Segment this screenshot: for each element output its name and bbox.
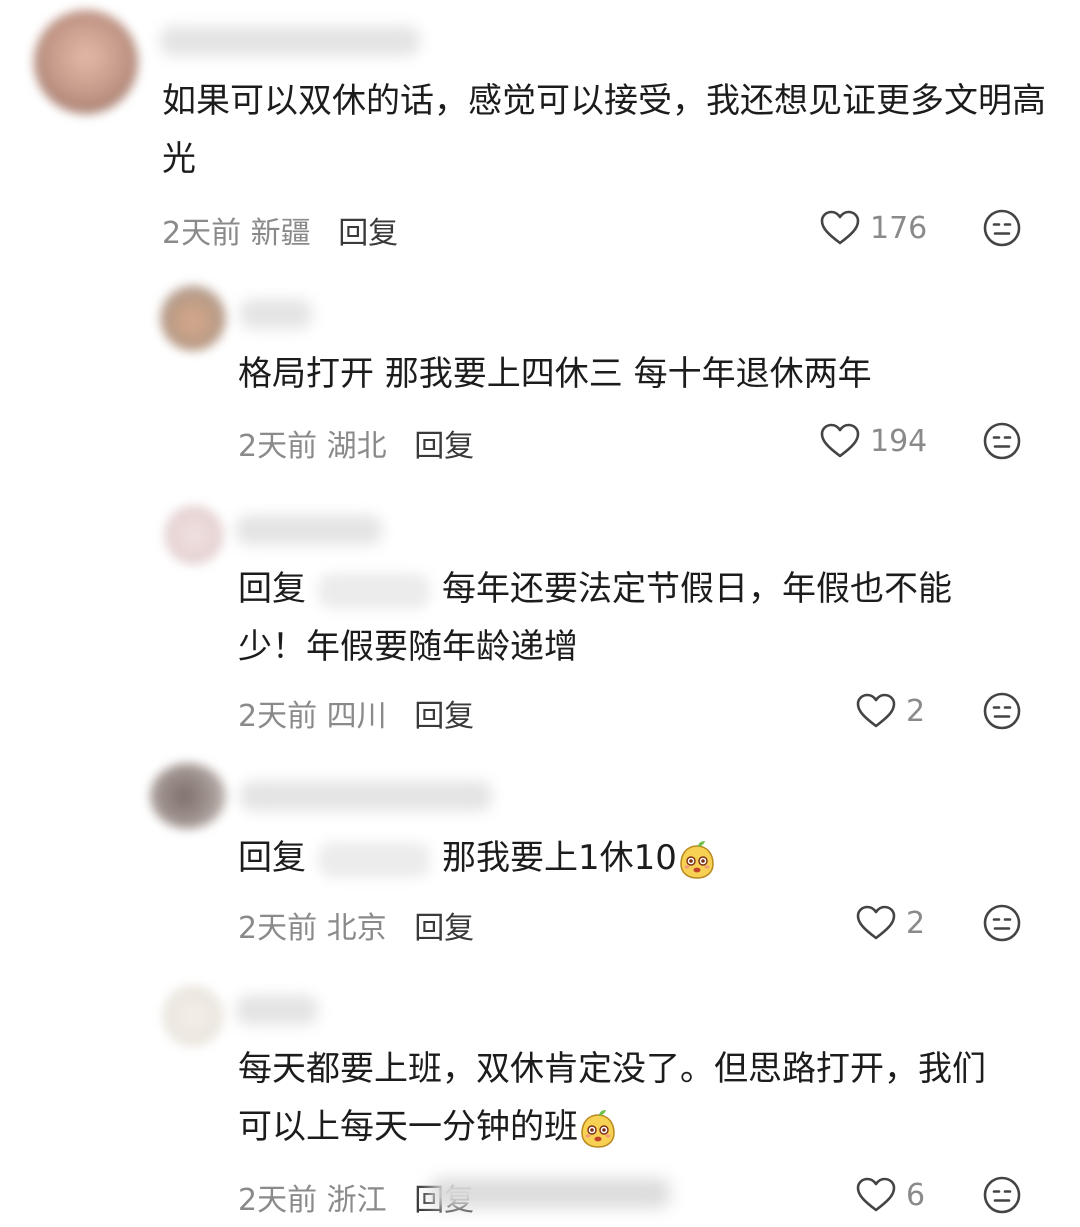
username-blurred[interactable] bbox=[236, 515, 382, 545]
username-blurred[interactable] bbox=[160, 26, 420, 56]
comment-time: 2天前 bbox=[162, 216, 242, 251]
comment-text: 如果可以双休的话，感觉可以接受，我还想见证更多文明高光 bbox=[162, 81, 1046, 179]
reply-button[interactable]: 回复 bbox=[338, 216, 398, 251]
heart-outline-icon bbox=[820, 423, 860, 459]
mention-blurred[interactable] bbox=[318, 841, 430, 878]
like-button[interactable]: 2 bbox=[856, 691, 925, 731]
username-blurred[interactable] bbox=[240, 781, 492, 811]
comment-meta: 2天前 湖北 回复 bbox=[238, 421, 474, 465]
like-count: 6 bbox=[906, 1177, 926, 1213]
comment-text: 回复 那我要上1休10 bbox=[238, 829, 1018, 887]
comment-item: 回复 那我要上1休10 2天前 北京 回复 2 bbox=[0, 755, 1080, 965]
yellow-mango-sticker-icon bbox=[578, 1109, 618, 1149]
comment-item: 格局打开 那我要上四休三 每十年退休两年 2天前 湖北 回复 194 bbox=[0, 265, 1080, 495]
comment-meta: 2天前 新疆 回复 bbox=[162, 208, 398, 252]
heart-outline-icon bbox=[856, 693, 896, 729]
comment-location: 新疆 bbox=[250, 216, 311, 251]
like-count: 2 bbox=[906, 693, 926, 729]
comment-meta: 2天前 四川 回复 bbox=[238, 691, 474, 735]
neutral-face-icon[interactable] bbox=[982, 691, 1022, 731]
avatar[interactable] bbox=[164, 505, 224, 565]
comment-time: 2天前 bbox=[238, 699, 318, 734]
heart-outline-icon bbox=[820, 210, 860, 246]
watermark-blurred bbox=[430, 1178, 670, 1208]
comment-location: 北京 bbox=[326, 911, 387, 946]
neutral-face-icon[interactable] bbox=[982, 1175, 1022, 1215]
heart-outline-icon bbox=[856, 905, 896, 941]
reply-button[interactable]: 回复 bbox=[414, 911, 474, 946]
like-count: 194 bbox=[870, 423, 928, 459]
username-blurred[interactable] bbox=[240, 299, 312, 329]
comment-time: 2天前 bbox=[238, 1183, 318, 1218]
comment-time: 2天前 bbox=[238, 429, 318, 464]
comment-meta: 2天前 北京 回复 bbox=[238, 903, 474, 947]
like-button[interactable]: 194 bbox=[820, 421, 927, 461]
comment-item: 如果可以双休的话，感觉可以接受，我还想见证更多文明高光 2天前 新疆 回复 17… bbox=[0, 0, 1080, 265]
neutral-face-icon[interactable] bbox=[982, 903, 1022, 943]
comment-time: 2天前 bbox=[238, 911, 318, 946]
yellow-mango-sticker-icon bbox=[677, 840, 717, 880]
avatar[interactable] bbox=[160, 285, 226, 351]
reply-prefix: 回复 bbox=[238, 838, 306, 878]
username-blurred[interactable] bbox=[236, 995, 318, 1025]
reply-prefix: 回复 bbox=[238, 569, 306, 609]
reply-button[interactable]: 回复 bbox=[414, 429, 474, 464]
like-button[interactable]: 176 bbox=[820, 208, 927, 248]
comment-item: 回复 每年还要法定节假日，年假也不能少！年假要随年龄递增 2天前 四川 回复 2 bbox=[0, 495, 1080, 755]
like-button[interactable]: 2 bbox=[856, 903, 925, 943]
reply-button[interactable]: 回复 bbox=[414, 699, 474, 734]
neutral-face-icon[interactable] bbox=[982, 421, 1022, 461]
avatar[interactable] bbox=[34, 10, 138, 114]
like-button[interactable]: 6 bbox=[856, 1175, 925, 1215]
avatar[interactable] bbox=[150, 763, 226, 829]
comment-location: 四川 bbox=[326, 699, 387, 734]
comment-text: 回复 每年还要法定节假日，年假也不能少！年假要随年龄递增 bbox=[238, 560, 1018, 676]
mention-blurred[interactable] bbox=[318, 572, 430, 609]
comment-location: 湖北 bbox=[326, 429, 387, 464]
comment-text: 格局打开 那我要上四休三 每十年退休两年 bbox=[238, 354, 872, 394]
like-count: 2 bbox=[906, 905, 926, 941]
comment-location: 浙江 bbox=[326, 1183, 387, 1218]
neutral-face-icon[interactable] bbox=[982, 208, 1022, 248]
heart-outline-icon bbox=[856, 1177, 896, 1213]
like-count: 176 bbox=[870, 210, 928, 246]
comment-text: 每天都要上班，双休肯定没了。但思路打开，我们可以上每天一分钟的班 bbox=[238, 1040, 1018, 1156]
comment-body: 那我要上1休10 bbox=[442, 838, 677, 878]
avatar[interactable] bbox=[162, 985, 224, 1047]
